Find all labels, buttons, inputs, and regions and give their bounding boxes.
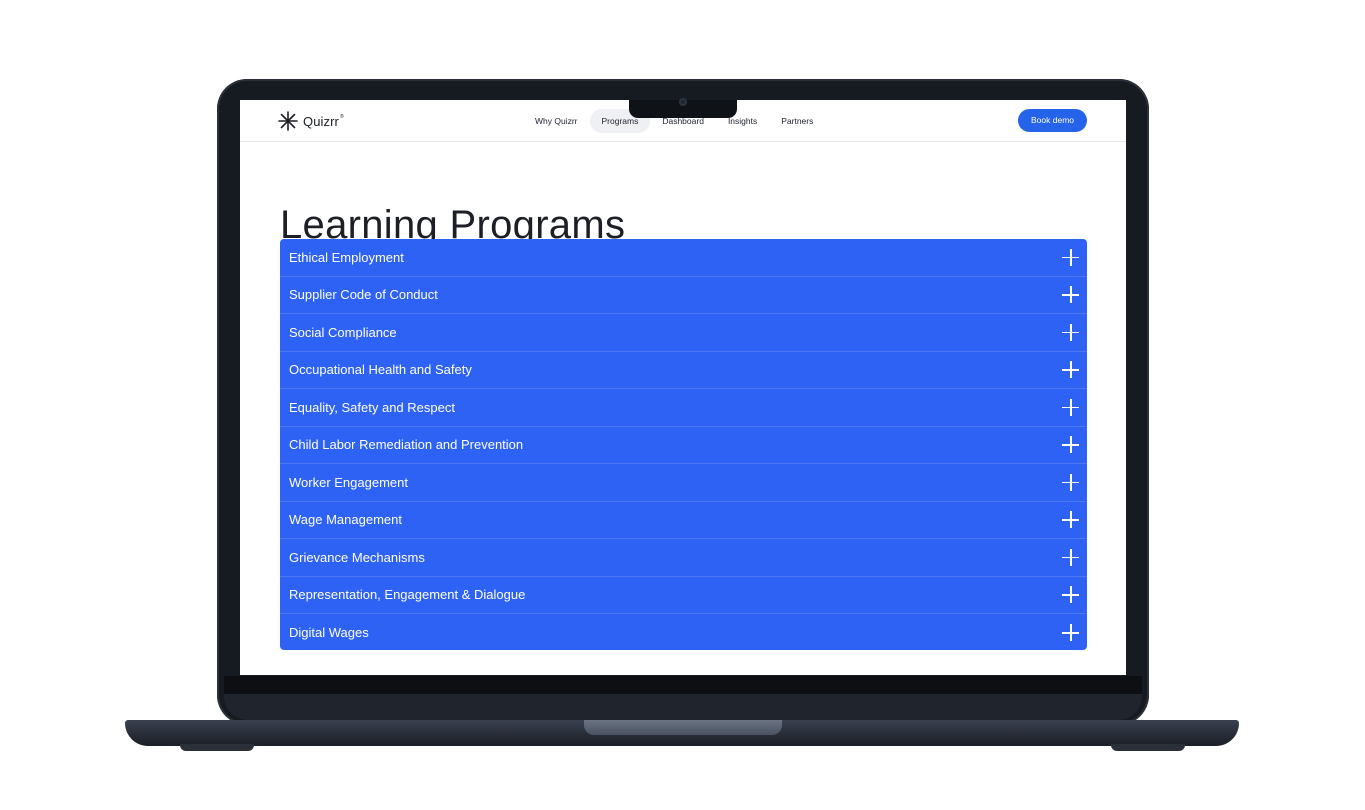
accordion-item-child-labor[interactable]: Child Labor Remediation and Prevention: [280, 427, 1087, 464]
accordion-item-label: Worker Engagement: [289, 474, 408, 490]
brand-name: Quizrr®: [303, 113, 344, 129]
accordion-item-supplier-code[interactable]: Supplier Code of Conduct: [280, 277, 1087, 314]
nav-link-partners[interactable]: Partners: [769, 109, 825, 133]
registered-mark: ®: [340, 113, 344, 120]
accordion-item-label: Ethical Employment: [289, 249, 404, 265]
accordion-item-grievance[interactable]: Grievance Mechanisms: [280, 539, 1087, 577]
accordion-item-wage-management[interactable]: Wage Management: [280, 502, 1087, 539]
accordion-item-worker-engagement[interactable]: Worker Engagement: [280, 464, 1087, 502]
plus-icon[interactable]: [1062, 586, 1079, 604]
plus-icon[interactable]: [1062, 323, 1079, 341]
accordion-item-label: Grievance Mechanisms: [289, 549, 425, 565]
laptop-foot-right: [1111, 744, 1185, 751]
accordion-item-representation[interactable]: Representation, Engagement & Dialogue: [280, 577, 1087, 614]
accordion-item-occupational-health[interactable]: Occupational Health and Safety: [280, 352, 1087, 389]
nav-link-why-quizrr[interactable]: Why Quizrr: [523, 109, 590, 133]
book-demo-button[interactable]: Book demo: [1018, 109, 1087, 132]
plus-icon[interactable]: [1062, 248, 1079, 266]
brand-logo[interactable]: Quizrr®: [278, 110, 344, 132]
accordion-item-label: Equality, Safety and Respect: [289, 399, 455, 415]
accordion-item-label: Digital Wages: [289, 625, 369, 641]
accordion-item-ethical-employment[interactable]: Ethical Employment: [280, 239, 1087, 277]
plus-icon[interactable]: [1062, 473, 1079, 491]
asterisk-star-icon: [278, 111, 298, 131]
camera-icon: [679, 98, 687, 106]
accordion-item-digital-wages[interactable]: Digital Wages: [280, 614, 1087, 650]
laptop-foot-left: [180, 744, 254, 751]
plus-icon[interactable]: [1062, 624, 1079, 642]
plus-icon[interactable]: [1062, 548, 1079, 566]
programs-accordion: Ethical Employment Supplier Code of Cond…: [280, 239, 1087, 650]
plus-icon[interactable]: [1062, 511, 1079, 529]
plus-icon[interactable]: [1062, 286, 1079, 304]
accordion-item-social-compliance[interactable]: Social Compliance: [280, 314, 1087, 352]
accordion-item-label: Social Compliance: [289, 324, 397, 340]
plus-icon[interactable]: [1062, 361, 1079, 379]
accordion-item-equality-safety[interactable]: Equality, Safety and Respect: [280, 389, 1087, 427]
accordion-item-label: Child Labor Remediation and Prevention: [289, 437, 524, 453]
laptop-hinge: [224, 676, 1142, 694]
accordion-item-label: Supplier Code of Conduct: [289, 287, 438, 303]
accordion-item-label: Occupational Health and Safety: [289, 362, 472, 378]
plus-icon[interactable]: [1062, 436, 1079, 454]
accordion-item-label: Representation, Engagement & Dialogue: [289, 587, 526, 603]
laptop-screen: Quizrr® Why Quizrr Programs Dashboard In…: [240, 100, 1126, 675]
laptop-opening-notch: [584, 720, 782, 735]
accordion-item-label: Wage Management: [289, 512, 402, 528]
plus-icon[interactable]: [1062, 398, 1079, 416]
